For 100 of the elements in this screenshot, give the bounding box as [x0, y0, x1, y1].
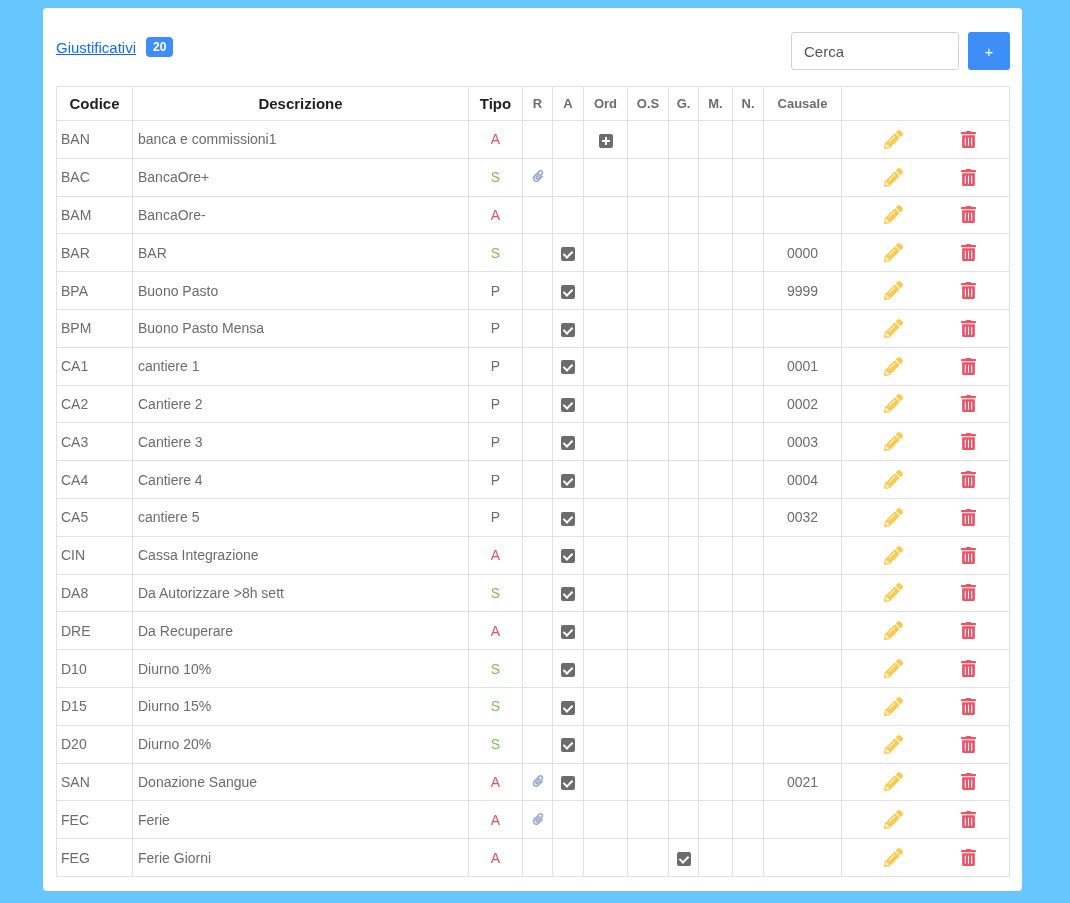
count-badge: 20	[146, 37, 174, 57]
checkbox[interactable]	[561, 398, 575, 413]
table-cell: A	[468, 196, 523, 234]
table-cell: BAC	[56, 158, 133, 197]
checkbox[interactable]	[561, 511, 575, 526]
column-header: R	[522, 86, 553, 121]
delete-icon[interactable]	[959, 357, 977, 375]
delete-icon[interactable]	[959, 395, 977, 413]
table-cell: Cantiere 3	[132, 422, 469, 461]
table-cell: BAM	[56, 196, 133, 234]
table-cell: S	[468, 649, 523, 688]
delete-icon[interactable]	[959, 660, 977, 678]
table-cell: BPA	[56, 271, 133, 310]
table-cell: S	[468, 158, 523, 197]
delete-icon[interactable]	[959, 622, 977, 640]
search-field[interactable]: Cerca	[791, 32, 959, 70]
table-cell: CA2	[56, 385, 133, 423]
table-cell: FEC	[56, 800, 133, 839]
delete-icon[interactable]	[959, 130, 977, 148]
title-link[interactable]: Giustificativi	[56, 38, 137, 56]
plus-icon[interactable]	[598, 133, 613, 148]
checkbox[interactable]	[561, 549, 575, 564]
delete-icon[interactable]	[959, 319, 977, 337]
column-header: M.	[698, 86, 733, 121]
table-cell: S	[468, 574, 523, 612]
table-cell: cantiere 5	[132, 498, 469, 537]
table-cell: 9999	[763, 271, 842, 310]
table-cell: CA3	[56, 422, 133, 461]
delete-icon[interactable]	[959, 282, 977, 300]
checkbox[interactable]	[561, 246, 575, 261]
table-cell: A	[468, 763, 523, 801]
table-cell: CA5	[56, 498, 133, 537]
delete-icon[interactable]	[959, 584, 977, 602]
table-cell: Cantiere 4	[132, 460, 469, 499]
column-header: Descrizione	[132, 86, 469, 121]
delete-icon[interactable]	[959, 471, 977, 489]
delete-icon[interactable]	[959, 811, 977, 829]
column-header: G.	[668, 86, 699, 121]
delete-icon[interactable]	[959, 546, 977, 564]
delete-icon[interactable]	[959, 697, 977, 715]
table-cell: Da Autorizzare >8h sett	[132, 574, 469, 612]
column-header: Ord	[583, 86, 628, 121]
table-cell: A	[468, 611, 523, 650]
checkbox[interactable]	[561, 360, 575, 375]
table-cell: D15	[56, 687, 133, 726]
checkbox[interactable]	[561, 284, 575, 299]
table-cell: A	[468, 120, 523, 159]
table-cell: 0003	[763, 422, 842, 461]
table-cell: 0002	[763, 385, 842, 423]
table-cell: DRE	[56, 611, 133, 650]
table-cell: S	[468, 233, 523, 272]
checkbox[interactable]	[561, 700, 575, 715]
table-cell: P	[468, 309, 523, 348]
delete-icon[interactable]	[959, 206, 977, 224]
table-cell: Diurno 15%	[132, 687, 469, 726]
checkbox[interactable]	[561, 662, 575, 677]
delete-icon[interactable]	[959, 773, 977, 791]
delete-icon[interactable]	[959, 168, 977, 186]
delete-icon[interactable]	[959, 508, 977, 526]
table-cell: P	[468, 460, 523, 499]
table-cell: Da Recuperare	[132, 611, 469, 650]
checkbox[interactable]	[561, 624, 575, 639]
table-cell: 0001	[763, 347, 842, 386]
checkbox[interactable]	[561, 473, 575, 488]
table-cell: CA4	[56, 460, 133, 499]
table-cell: CA1	[56, 347, 133, 386]
table-cell: BAR	[56, 233, 133, 272]
delete-icon[interactable]	[959, 849, 977, 867]
checkbox[interactable]	[561, 587, 575, 602]
table-cell: D20	[56, 725, 133, 764]
table-cell: BancaOre-	[132, 196, 469, 234]
table-cell: FEG	[56, 838, 133, 877]
table-cell: Ferie	[132, 800, 469, 839]
checkbox[interactable]	[676, 851, 691, 866]
add-button[interactable]: +	[968, 32, 1010, 70]
delete-icon[interactable]	[959, 433, 977, 451]
table-cell: A	[468, 838, 523, 877]
table-cell: 0021	[763, 763, 842, 801]
table-cell: Buono Pasto Mensa	[132, 309, 469, 348]
table-cell: P	[468, 422, 523, 461]
delete-icon[interactable]	[959, 244, 977, 262]
checkbox[interactable]	[561, 435, 575, 450]
table-cell: BAN	[56, 120, 133, 159]
checkbox[interactable]	[561, 322, 575, 337]
table-cell: CIN	[56, 536, 133, 575]
checkbox[interactable]	[561, 738, 575, 753]
checkbox[interactable]	[561, 776, 575, 791]
table-cell: BPM	[56, 309, 133, 348]
column-header: A	[552, 86, 584, 121]
column-header: N.	[732, 86, 764, 121]
table-cell: BAR	[132, 233, 469, 272]
table-cell: S	[468, 687, 523, 726]
delete-icon[interactable]	[959, 735, 977, 753]
table-cell: Cassa Integrazione	[132, 536, 469, 575]
table-cell: P	[468, 271, 523, 310]
table-cell: P	[468, 385, 523, 423]
table-cell: Donazione Sangue	[132, 763, 469, 801]
table-cell: S	[468, 725, 523, 764]
table-cell: Diurno 20%	[132, 725, 469, 764]
table-cell: SAN	[56, 763, 133, 801]
